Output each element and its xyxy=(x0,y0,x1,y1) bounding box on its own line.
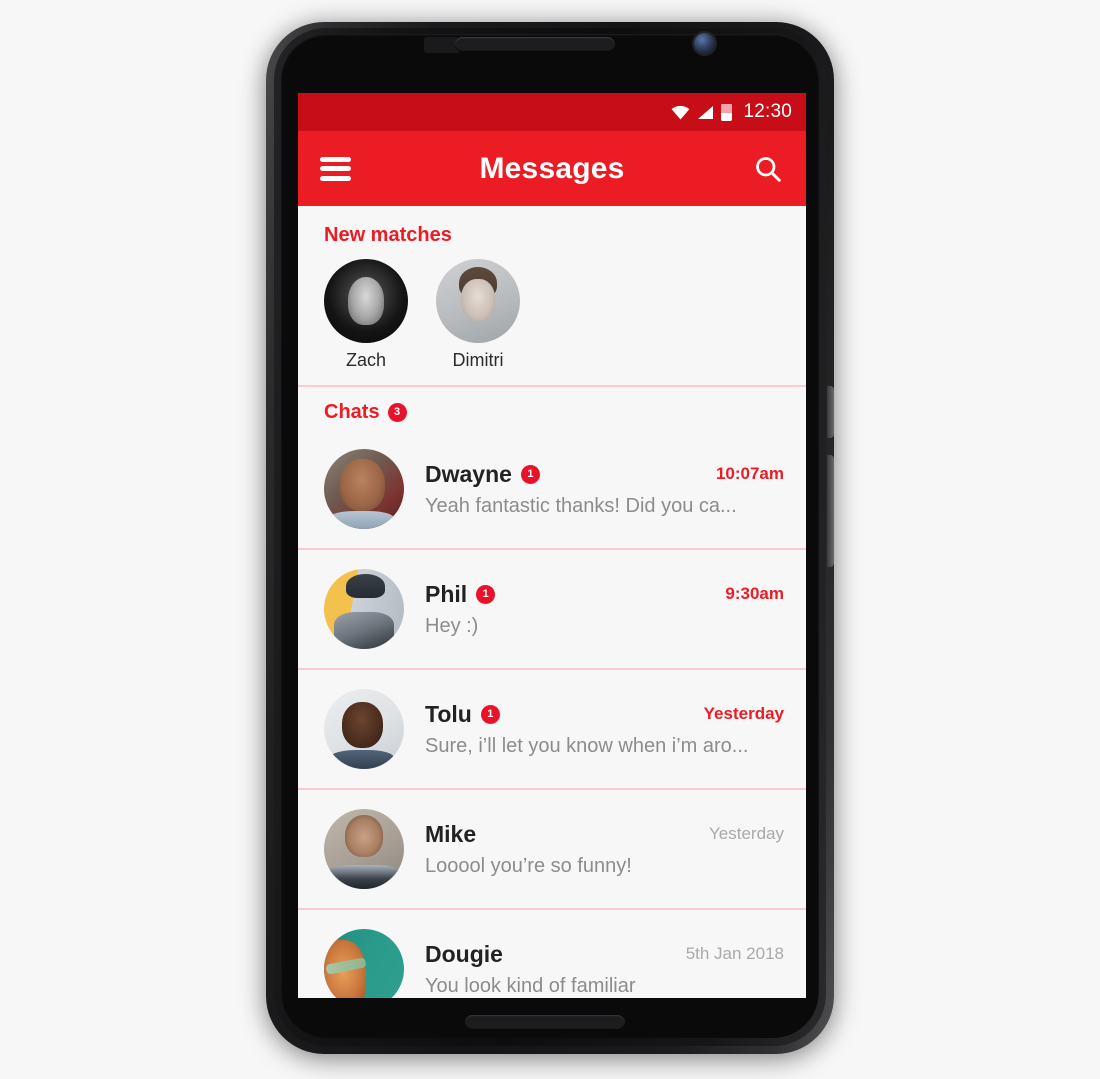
avatar[interactable] xyxy=(324,689,404,769)
chat-item-header: Tolu 1 Yesterday xyxy=(425,701,784,728)
status-bar-icons: 12:30 xyxy=(671,101,792,123)
volume-rocker-button[interactable] xyxy=(827,455,834,567)
chats-unread-badge: 3 xyxy=(387,403,407,422)
search-icon[interactable] xyxy=(752,153,784,185)
chats-title: Chats xyxy=(324,401,380,423)
chat-item-body: Tolu 1 Yesterday Sure, i’ll let you know… xyxy=(425,701,784,758)
hamburger-menu-icon[interactable] xyxy=(320,156,351,181)
chats-header: Chats 3 xyxy=(298,401,806,424)
chat-list-item[interactable]: Mike Yesterday Looool you’re so funny! xyxy=(298,790,806,908)
avatar[interactable] xyxy=(436,259,520,343)
app-bar: Messages xyxy=(298,131,806,206)
tolu-avatar-image xyxy=(324,689,404,769)
avatar[interactable] xyxy=(324,569,404,649)
chat-unread-badge: 1 xyxy=(476,584,496,604)
mike-avatar-image xyxy=(324,809,404,889)
signal-icon xyxy=(697,105,714,120)
chat-timestamp: 5th Jan 2018 xyxy=(685,944,784,963)
new-match-name: Zach xyxy=(345,350,387,370)
chat-unread-badge: 1 xyxy=(480,704,500,724)
new-match-item[interactable]: Zach xyxy=(324,259,408,371)
chat-timestamp: 10:07am xyxy=(715,464,784,483)
new-matches-row: Zach Dimitri xyxy=(298,259,806,371)
power-button[interactable] xyxy=(827,386,834,438)
bottom-speaker-icon xyxy=(465,1015,625,1030)
chats-section: Chats 3 Dwayne 1 10:07am Yeah fantastic … xyxy=(298,387,806,998)
chat-list-item[interactable]: Dwayne 1 10:07am Yeah fantastic thanks! … xyxy=(298,430,806,548)
new-matches-title: New matches xyxy=(324,224,452,246)
status-bar: 12:30 xyxy=(298,93,806,131)
hamburger-bar-1 xyxy=(320,156,351,162)
chat-list-item[interactable]: Phil 1 9:30am Hey :) xyxy=(298,550,806,668)
status-bar-clock: 12:30 xyxy=(743,101,792,122)
dwayne-avatar-image xyxy=(324,449,404,529)
chat-message-preview: You look kind of familiar xyxy=(425,974,636,997)
chat-item-body: Phil 1 9:30am Hey :) xyxy=(425,581,784,638)
chat-message-preview: Hey :) xyxy=(425,614,479,637)
chat-message-preview: Looool you’re so funny! xyxy=(425,854,632,877)
screenshot-canvas: 12:30 Messages New matches Zach Dimitri … xyxy=(0,0,1100,1079)
chat-contact-name: Phil xyxy=(425,580,468,607)
chat-item-header: Mike Yesterday xyxy=(425,821,784,848)
chat-item-header: Dougie 5th Jan 2018 xyxy=(425,941,784,968)
chat-timestamp: 9:30am xyxy=(725,584,784,603)
hamburger-bar-2 xyxy=(320,166,351,171)
dimitri-avatar-image xyxy=(436,259,520,343)
chat-item-body: Mike Yesterday Looool you’re so funny! xyxy=(425,821,784,878)
chat-unread-badge: 1 xyxy=(520,464,540,484)
chat-item-body: Dougie 5th Jan 2018 You look kind of fam… xyxy=(425,941,784,998)
chat-message-preview: Yeah fantastic thanks! Did you ca... xyxy=(425,494,737,517)
avatar[interactable] xyxy=(324,809,404,889)
phil-avatar-image xyxy=(324,569,404,649)
dougie-avatar-image xyxy=(324,929,404,998)
new-match-item[interactable]: Dimitri xyxy=(436,259,520,371)
chat-timestamp: Yesterday xyxy=(703,704,784,723)
avatar[interactable] xyxy=(324,449,404,529)
chat-item-header: Dwayne 1 10:07am xyxy=(425,461,784,488)
chat-contact-name: Tolu xyxy=(425,700,472,727)
messages-list: New matches Zach Dimitri Chats 3 Dwayne … xyxy=(298,206,806,998)
avatar[interactable] xyxy=(324,259,408,343)
chat-contact-name: Dougie xyxy=(425,940,503,967)
page-title: Messages xyxy=(479,151,625,185)
earpiece-speaker-icon xyxy=(455,37,615,52)
chat-item-body: Dwayne 1 10:07am Yeah fantastic thanks! … xyxy=(425,461,784,518)
chat-contact-name: Dwayne xyxy=(425,460,512,487)
chat-message-preview: Sure, i’ll let you know when i’m aro... xyxy=(425,734,749,757)
battery-fill-level xyxy=(721,113,733,121)
chat-item-header: Phil 1 9:30am xyxy=(425,581,784,608)
avatar[interactable] xyxy=(324,929,404,998)
front-camera-icon xyxy=(694,33,715,54)
chat-timestamp: Yesterday xyxy=(709,824,784,843)
chat-list-item[interactable]: Dougie 5th Jan 2018 You look kind of fam… xyxy=(298,910,806,998)
chat-list-item[interactable]: Tolu 1 Yesterday Sure, i’ll let you know… xyxy=(298,670,806,788)
hamburger-bar-3 xyxy=(320,175,351,181)
chat-contact-name: Mike xyxy=(425,820,477,847)
battery-icon xyxy=(721,103,733,121)
new-matches-section: New matches Zach Dimitri xyxy=(298,206,806,385)
wifi-icon xyxy=(671,105,690,120)
new-match-name: Dimitri xyxy=(452,350,504,370)
zach-avatar-image xyxy=(324,259,408,343)
phone-screen: 12:30 Messages New matches Zach Dimitri … xyxy=(298,93,806,998)
